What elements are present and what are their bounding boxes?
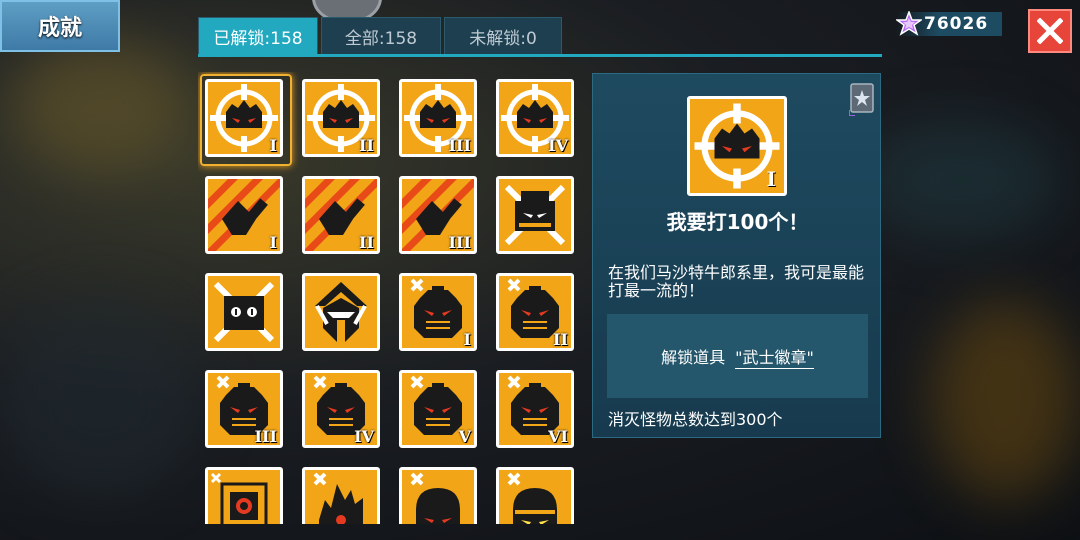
achievement-badge[interactable]: III [205,370,283,448]
badge-rank: IV [548,136,568,155]
badge-rank: II [359,136,374,155]
achievement-badge[interactable] [302,467,380,524]
achievement-badge[interactable]: IV [302,370,380,448]
helmet-yellow-eyes-icon [507,472,557,524]
achievement-badge[interactable]: II [302,176,380,254]
badge-rank: I [463,330,471,349]
badge-rank: II [359,233,374,252]
achievement-badge[interactable]: I [205,176,283,254]
badge-rank: V [458,427,471,446]
tab-underline [198,54,882,57]
detail-condition: 消灭怪物总数达到300个 [608,410,783,429]
badge-rank: I [269,136,277,155]
tab-unlocked[interactable]: 已解锁:158 [198,17,318,55]
achievement-badge[interactable]: II [302,79,380,157]
spiky-monster-icon [313,472,363,524]
achievement-badge[interactable] [205,467,283,524]
achievement-badge[interactable]: III [399,176,477,254]
detail-rank: I [766,167,776,191]
crossed-robot-icon [504,184,566,246]
tab-all[interactable]: 全部:158 [321,17,441,55]
page-title: 成就 [0,0,120,52]
achievement-badge[interactable] [302,273,380,351]
badge-rank: III [448,136,471,155]
currency-value: 76026 [924,14,989,34]
crossed-skull-icon [213,281,275,343]
achievement-badge[interactable]: V [399,370,477,448]
badge-rank: III [448,233,471,252]
achievement-badge[interactable] [496,467,574,524]
achievement-badge[interactable] [205,273,283,351]
badge-rank: II [553,330,568,349]
hooded-figure-icon [315,282,367,342]
background-blur [930,300,1080,500]
achievement-detail-panel: I 我要打100个！ 在我们马沙特牛郎系里，我可是最能打最一流的！ 解锁道具 "… [592,73,881,438]
background-blur [0,300,200,500]
achievement-badge[interactable]: I [399,273,477,351]
detail-title: 我要打100个！ [666,210,809,234]
badge-rank: I [269,233,277,252]
reward-box: 解锁道具 "武士徽章" [607,314,868,398]
background-blur [10,40,190,170]
achievement-badge[interactable]: III [399,79,477,157]
currency-display: 76026 [896,11,1002,37]
achievement-badge[interactable] [496,176,574,254]
achievement-badge[interactable]: II [496,273,574,351]
achievement-badge[interactable]: I [200,74,292,166]
badge-rank: III [254,427,277,446]
target-box-icon [210,472,268,524]
reward-label: 解锁道具 [661,348,726,367]
tab-locked[interactable]: 未解锁:0 [444,17,562,55]
achievement-badge[interactable] [399,467,477,524]
achievement-badge[interactable]: IV [496,79,574,157]
achievement-badge[interactable]: VI [496,370,574,448]
close-button[interactable] [1028,9,1072,53]
achievement-grid: I II III IV I II III I II III IV V VI [198,72,584,524]
detail-badge: I [687,96,787,196]
detail-description: 在我们马沙特牛郎系里，我可是最能打最一流的！ [608,263,865,300]
badge-rank: VI [548,427,568,446]
helmet-red-eyes-icon [410,472,460,524]
purple-star-icon [896,11,922,37]
close-icon [1037,18,1063,44]
reward-item[interactable]: "武士徽章" [735,344,814,369]
tab-bar: 已解锁:158 全部:158 未解锁:0 [198,17,562,55]
background-blur [860,120,1060,240]
rank-star-icon[interactable] [848,82,875,117]
badge-rank: IV [354,427,374,446]
